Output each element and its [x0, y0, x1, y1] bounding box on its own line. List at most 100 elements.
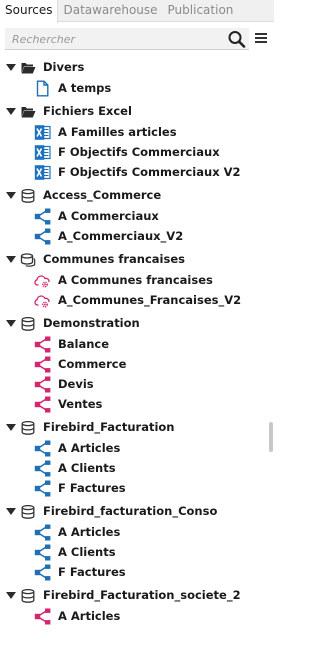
expand-caret-icon[interactable]	[6, 64, 16, 71]
hierarchy-blue-icon	[34, 228, 51, 245]
database-icon	[20, 316, 36, 331]
hierarchy-pink-icon	[34, 336, 51, 353]
tree-leaf[interactable]: A Articles	[0, 606, 268, 626]
tree-leaf-label: A Commerciaux	[58, 209, 159, 223]
tree-group: Divers A temps	[0, 58, 268, 98]
tree-leaf[interactable]: F Objectifs Commerciaux V2	[0, 162, 268, 182]
hierarchy-blue-icon	[34, 544, 51, 561]
tree-leaf[interactable]: A_Communes_Francaises_V2	[0, 290, 268, 310]
tree-leaf[interactable]: A Articles	[0, 522, 268, 542]
tree-node-label: Firebird_Facturation	[43, 420, 175, 434]
database-stack-icon	[20, 253, 36, 267]
hierarchy-pink-icon	[34, 608, 51, 625]
expand-caret-icon[interactable]	[6, 108, 16, 115]
tree-node[interactable]: Firebird_Facturation	[0, 418, 268, 438]
search-icon[interactable]	[227, 30, 247, 48]
tree-leaf[interactable]: F Factures	[0, 562, 268, 582]
expand-caret-icon[interactable]	[6, 424, 16, 431]
expand-caret-icon[interactable]	[6, 508, 16, 515]
tree-node[interactable]: Access_Commerce	[0, 186, 268, 206]
tree-leaf[interactable]: A Commerciaux	[0, 206, 268, 226]
tree-leaf[interactable]: Ventes	[0, 394, 268, 414]
tree-leaf[interactable]: A Familles articles	[0, 122, 268, 142]
tree-leaf[interactable]: Commerce	[0, 354, 268, 374]
database-icon	[20, 188, 36, 203]
hierarchy-blue-icon	[34, 460, 51, 477]
search-bar	[5, 28, 249, 50]
tree-leaf[interactable]: A temps	[0, 78, 268, 98]
tree-leaf-label: A_Communes_Francaises_V2	[58, 293, 242, 307]
tree-leaf-label: Balance	[58, 337, 110, 351]
tree-leaf-label: F Factures	[58, 565, 126, 579]
tree-node[interactable]: Divers	[0, 58, 268, 78]
hierarchy-pink-icon	[34, 356, 51, 373]
tree-leaf[interactable]: A Communes francaises	[0, 270, 268, 290]
database-icon	[20, 504, 36, 519]
tree-leaf-label: Devis	[58, 377, 94, 391]
excel-file-icon	[34, 124, 51, 141]
tab-datawarehouse[interactable]: Datawarehouse	[58, 0, 162, 22]
tree-group: Firebird_Facturation_societe_2 A Articles	[0, 586, 268, 626]
tree-group: Demonstration Balance Commerce Devis Ventes	[0, 314, 268, 414]
hierarchy-blue-icon	[34, 480, 51, 497]
hierarchy-pink-icon	[34, 396, 51, 413]
scrollbar-thumb[interactable]	[269, 422, 273, 452]
tree-node-label: Access_Commerce	[43, 188, 162, 202]
tree-leaf[interactable]: Balance	[0, 334, 268, 354]
tree-node[interactable]: Fichiers Excel	[0, 102, 268, 122]
tree-group: Access_Commerce A Commerciaux A_Commerciau…	[0, 186, 268, 246]
hierarchy-blue-icon	[34, 564, 51, 581]
search-input[interactable]	[5, 28, 220, 50]
tree-group: Firebird_Facturation A Articles A Clients F…	[0, 418, 268, 498]
folder-open-icon	[20, 61, 36, 75]
folder-open-icon	[20, 105, 36, 119]
tree-leaf-label: F Factures	[58, 481, 126, 495]
tree-node-label: Firebird_facturation_Conso	[43, 504, 218, 518]
tab-bar: Sources Datawarehouse Publication	[0, 0, 274, 23]
expand-caret-icon[interactable]	[6, 592, 16, 599]
tree-node[interactable]: Communes francaises	[0, 250, 268, 270]
tree-node[interactable]: Firebird_Facturation_societe_2	[0, 586, 268, 606]
tree-node[interactable]: Firebird_facturation_Conso	[0, 502, 268, 522]
hamburger-menu-icon[interactable]	[253, 31, 269, 47]
tree-leaf-label: Ventes	[58, 397, 103, 411]
tree-leaf-label: A Articles	[58, 441, 121, 455]
tree-leaf[interactable]: F Factures	[0, 478, 268, 498]
scrollbar[interactable]	[268, 22, 274, 664]
expand-caret-icon[interactable]	[6, 192, 16, 199]
tree-leaf-label: A Articles	[58, 525, 121, 539]
tree-leaf-label: A Articles	[58, 609, 121, 623]
hierarchy-blue-icon	[34, 440, 51, 457]
tree-leaf[interactable]: A Clients	[0, 458, 268, 478]
hierarchy-pink-icon	[34, 376, 51, 393]
tree-node[interactable]: Demonstration	[0, 314, 268, 334]
tree-leaf-label: A Clients	[58, 461, 116, 475]
tree-leaf-label: A_Commerciaux_V2	[58, 229, 184, 243]
tree-leaf[interactable]: A Clients	[0, 542, 268, 562]
tree-leaf[interactable]: F Objectifs Commerciaux	[0, 142, 268, 162]
tab-sources[interactable]: Sources	[0, 0, 59, 23]
tree-leaf-label: F Objectifs Commerciaux V2	[58, 165, 241, 179]
source-tree: Divers A temps Fichiers Excel A Familles ar…	[0, 58, 268, 626]
tree-node-label: Demonstration	[43, 316, 140, 330]
tree-leaf-label: Commerce	[58, 357, 127, 371]
tree-leaf[interactable]: A Articles	[0, 438, 268, 458]
tree-leaf-label: A temps	[58, 81, 112, 95]
expand-caret-icon[interactable]	[6, 320, 16, 327]
tree-leaf[interactable]: A_Commerciaux_V2	[0, 226, 268, 246]
tree-leaf[interactable]: Devis	[0, 374, 268, 394]
tab-publication[interactable]: Publication	[163, 0, 239, 22]
tree-leaf-label: A Communes francaises	[58, 273, 213, 287]
tree-node-label: Divers	[43, 60, 85, 74]
tree-group: Communes francaises A Communes francaises…	[0, 250, 268, 310]
tree-group: Firebird_facturation_Conso A Articles A Cl…	[0, 502, 268, 582]
tree-node-label: Firebird_Facturation_societe_2	[43, 588, 241, 602]
tree-node-label: Fichiers Excel	[43, 104, 132, 118]
document-icon	[34, 80, 51, 97]
expand-caret-icon[interactable]	[6, 256, 16, 263]
excel-file-icon	[34, 164, 51, 181]
hierarchy-blue-icon	[34, 524, 51, 541]
database-icon	[20, 588, 36, 603]
excel-file-icon	[34, 144, 51, 161]
tree-node-label: Communes francaises	[43, 252, 185, 266]
